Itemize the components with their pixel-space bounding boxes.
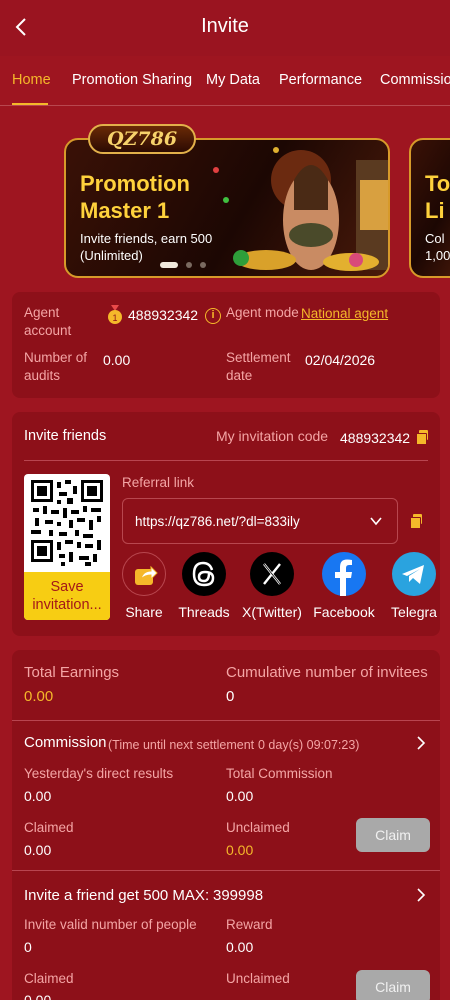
valid-invites-value: 0 [24, 939, 32, 955]
agent-account-value: 488932342 [128, 307, 199, 323]
tab-home[interactable]: Home [12, 72, 51, 88]
banner-subtitle: Col 1,00 [425, 231, 450, 263]
invitation-code-label: My invitation code [216, 428, 329, 444]
promo-banner-next[interactable]: To Li Col 1,00 [409, 138, 450, 278]
invitees-label: Cumulative number of invitees [226, 664, 428, 681]
carousel-dot-active[interactable] [160, 262, 178, 268]
x-twitter-label: X(Twitter) [242, 604, 302, 620]
agent-mode-label: Agent mode [226, 305, 299, 320]
banner-title: To Li [425, 171, 450, 223]
telegram-label: Telegra [391, 604, 437, 620]
yesterday-results-label: Yesterday's direct results [24, 766, 174, 781]
settlement-countdown-value: 0 day(s) 09:07:23) [258, 738, 360, 752]
agent-account-label: Agent account [24, 305, 72, 338]
yesterday-results-value: 0.00 [24, 788, 52, 804]
settlement-date-value: 02/04/2026 [305, 352, 376, 368]
share-telegram-button[interactable]: Telegra [384, 552, 444, 620]
reward-claimed-value: 0.00 [24, 992, 52, 1000]
reward-value: 0.00 [226, 939, 254, 955]
total-earnings-label: Total Earnings [24, 664, 120, 681]
invitees-value: 0 [226, 688, 235, 705]
reward-unclaimed-label: Unclaimed [226, 971, 290, 986]
claim-commission-button[interactable]: Claim [356, 818, 430, 852]
chevron-right-icon[interactable] [414, 736, 428, 750]
divider [12, 720, 440, 721]
carousel-dot[interactable] [186, 262, 192, 268]
divider [24, 460, 428, 461]
valid-invites-label: Invite valid number of people [24, 917, 197, 932]
claimed-value: 0.00 [24, 842, 52, 858]
unclaimed-value: 0.00 [226, 842, 254, 858]
share-facebook-button[interactable]: Facebook [313, 552, 375, 620]
reward-claimed-label: Claimed [24, 971, 74, 986]
share-threads-button[interactable]: Threads [174, 552, 234, 620]
tab-performance[interactable]: Performance [279, 72, 362, 88]
medal-icon: 1 [108, 305, 122, 324]
brand-logo: QZ786 [88, 124, 196, 154]
invite-reward-title: Invite a friend get 500 MAX: [24, 887, 210, 904]
total-commission-value: 0.00 [226, 788, 254, 804]
claim-reward-button[interactable]: Claim [356, 970, 430, 1000]
share-x-button[interactable]: X(Twitter) [242, 552, 302, 620]
app-header: Invite [0, 0, 450, 56]
invitation-code-value: 488932342 [340, 430, 411, 446]
settlement-date-label: Settlement date [226, 350, 291, 383]
x-twitter-icon [250, 552, 294, 596]
page-title: Invite [201, 15, 249, 37]
audits-label: Number of audits [24, 350, 88, 383]
banner-subtitle: Invite friends, earn 500 (Unlimited) [80, 231, 213, 263]
divider [12, 870, 440, 871]
threads-icon [182, 552, 226, 596]
referral-link-value: https://qz786.net/?dl=833ily [135, 514, 300, 529]
tab-my-data[interactable]: My Data [206, 72, 260, 88]
copy-link-icon[interactable] [410, 514, 422, 529]
claimed-label: Claimed [24, 820, 74, 835]
commission-title: Commission [24, 734, 107, 751]
total-commission-label: Total Commission [226, 766, 333, 781]
settlement-countdown-label: (Time until next settlement [108, 738, 255, 752]
unclaimed-label: Unclaimed [226, 820, 290, 835]
active-tab-indicator [12, 103, 48, 105]
invite-friends-title: Invite friends [24, 428, 107, 444]
qr-code-image [31, 480, 103, 566]
share-icon [122, 552, 166, 596]
promo-banner[interactable]: Promotion Master 1 Invite friends, earn … [64, 138, 390, 278]
carousel-dot[interactable] [200, 262, 206, 268]
tab-commission[interactable]: Commissio [380, 72, 450, 88]
referral-link-label: Referral link [122, 475, 195, 490]
copy-code-icon[interactable] [416, 430, 428, 445]
chevron-down-icon[interactable] [369, 514, 383, 528]
facebook-icon [322, 552, 366, 596]
reward-label: Reward [226, 917, 273, 932]
qr-code-card[interactable]: Save invitation... [24, 474, 110, 620]
save-invitation-button[interactable]: Save invitation... [24, 572, 110, 620]
invite-reward-max-value: 399998 [213, 887, 264, 904]
tab-bar: Home Promotion Sharing My Data Performan… [0, 56, 450, 106]
agent-mode-value[interactable]: National agent [301, 306, 388, 321]
share-button[interactable]: Share [114, 552, 174, 620]
banner-title: Promotion Master 1 [80, 171, 190, 223]
info-icon[interactable]: i [205, 308, 221, 324]
referral-link-field[interactable]: https://qz786.net/?dl=833ily [122, 498, 398, 544]
facebook-label: Facebook [313, 604, 375, 620]
total-earnings-value: 0.00 [24, 688, 54, 705]
chevron-right-icon[interactable] [414, 888, 428, 902]
telegram-icon [392, 552, 436, 596]
tab-promotion-sharing[interactable]: Promotion Sharing [72, 72, 192, 88]
audits-value: 0.00 [103, 352, 131, 368]
svg-text:1: 1 [112, 313, 117, 323]
